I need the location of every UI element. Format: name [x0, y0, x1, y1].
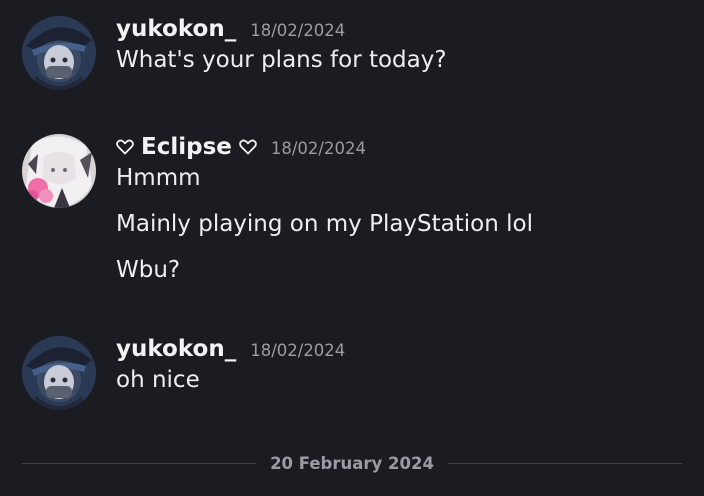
timestamp[interactable]: 18/02/2024: [250, 21, 345, 40]
avatar-yukokon[interactable]: [22, 16, 96, 90]
message-text[interactable]: oh nice: [116, 366, 694, 394]
divider-date: 20 February 2024: [270, 453, 434, 473]
message-content: Eclipse 18/02/2024 Hmmm Mainly playing o…: [116, 134, 694, 284]
message-header: Eclipse 18/02/2024: [116, 134, 694, 164]
message-content: yukokon_ 18/02/2024 oh nice: [116, 336, 694, 394]
heart-outline-icon: [239, 139, 257, 155]
username[interactable]: yukokon_: [116, 336, 236, 362]
timestamp[interactable]: 18/02/2024: [250, 341, 345, 360]
message-header: yukokon_ 18/02/2024: [116, 16, 694, 46]
anime-avatar-icon: [22, 336, 96, 410]
avatar-eclipse[interactable]: [22, 134, 96, 208]
timestamp[interactable]: 18/02/2024: [271, 139, 366, 158]
message-group: yukokon_ 18/02/2024 oh nice: [22, 336, 704, 416]
username-text: Eclipse: [141, 134, 232, 160]
avatar-yukokon[interactable]: [22, 336, 96, 410]
chat-log: yukokon_ 18/02/2024 What's your plans fo…: [0, 0, 704, 496]
message-text[interactable]: What's your plans for today?: [116, 46, 694, 74]
divider-line: [447, 462, 683, 464]
message-group: yukokon_ 18/02/2024 What's your plans fo…: [22, 16, 704, 96]
message-text[interactable]: Mainly playing on my PlayStation lol: [116, 210, 694, 238]
message-content: yukokon_ 18/02/2024 What's your plans fo…: [116, 16, 694, 74]
username[interactable]: yukokon_: [116, 16, 236, 42]
message-text[interactable]: Wbu?: [116, 256, 694, 284]
date-divider: 20 February 2024: [22, 450, 683, 476]
heart-outline-icon: [116, 139, 134, 155]
anime-avatar-icon: [22, 134, 96, 208]
anime-avatar-icon: [22, 16, 96, 90]
divider-line: [22, 462, 257, 464]
message-text[interactable]: Hmmm: [116, 164, 694, 192]
message-group: Eclipse 18/02/2024 Hmmm Mainly playing o…: [22, 134, 704, 304]
message-header: yukokon_ 18/02/2024: [116, 336, 694, 366]
username[interactable]: Eclipse: [116, 134, 257, 160]
